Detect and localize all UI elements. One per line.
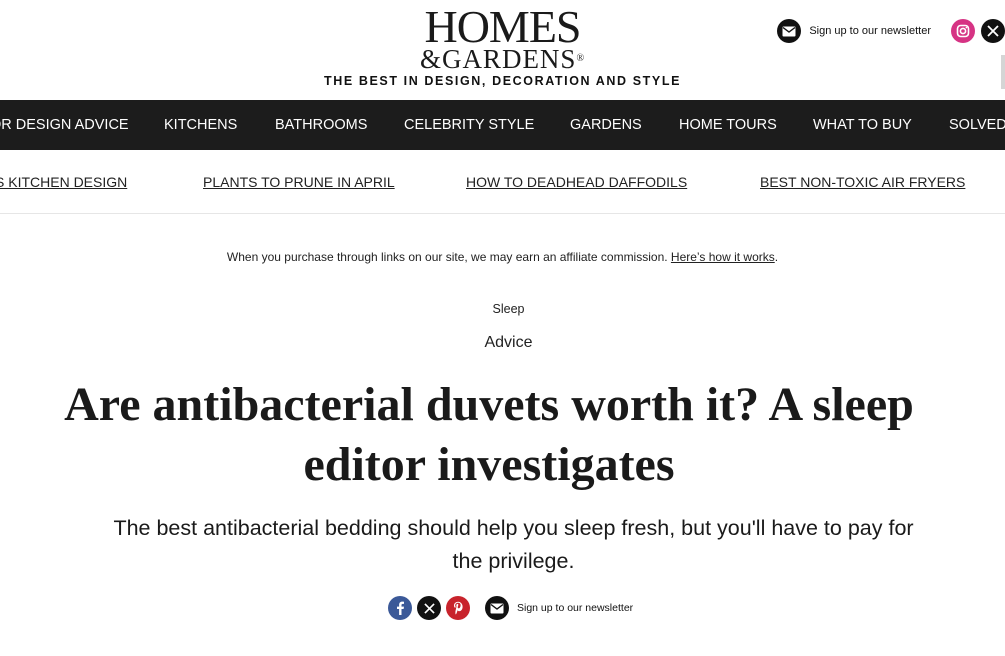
newsletter-signup-link[interactable]: Sign up to our newsletter	[777, 19, 931, 43]
affiliate-period: .	[774, 250, 779, 264]
affiliate-disclaimer: When you purchase through links on our s…	[0, 250, 1005, 264]
trending-link-air-fryers[interactable]: BEST NON-TOXIC AIR FRYERS	[760, 174, 965, 190]
x-icon[interactable]	[417, 596, 441, 620]
nav-item-kitchens[interactable]: KITCHENS	[164, 100, 237, 150]
main-navigation: OR DESIGN ADVICE KITCHENS BATHROOMS CELE…	[0, 100, 1005, 150]
social-links	[951, 19, 1005, 43]
article-category[interactable]: Sleep	[0, 302, 1005, 316]
site-header: HOMES &GARDENS® THE BEST IN DESIGN, DECO…	[0, 0, 1005, 100]
affiliate-how-it-works-link[interactable]: Here’s how it works	[671, 250, 775, 264]
facebook-icon[interactable]	[388, 596, 412, 620]
nav-item-bathrooms[interactable]: BATHROOMS	[275, 100, 367, 150]
logo-registered-mark: ®	[576, 53, 586, 64]
page: HOMES &GARDENS® THE BEST IN DESIGN, DECO…	[0, 0, 1005, 656]
x-icon[interactable]	[981, 19, 1005, 43]
instagram-icon[interactable]	[951, 19, 975, 43]
share-newsletter-label: Sign up to our newsletter	[517, 602, 634, 614]
nav-item-what-to-buy[interactable]: WHAT TO BUY	[813, 100, 912, 150]
share-bar: Sign up to our newsletter	[388, 596, 633, 620]
site-tagline: THE BEST IN DESIGN, DECORATION AND STYLE	[323, 74, 682, 88]
share-newsletter-signup[interactable]: Sign up to our newsletter	[485, 596, 633, 620]
nav-item-gardens[interactable]: GARDENS	[570, 100, 642, 150]
trending-link-kitchen-design[interactable]: S KITCHEN DESIGN	[0, 174, 127, 190]
header-actions: Sign up to our newsletter	[777, 18, 1005, 44]
article-standfirst: The best antibacterial bedding should he…	[113, 516, 914, 573]
article-subcategory: Advice	[484, 334, 533, 351]
nav-item-solved[interactable]: SOLVED	[949, 100, 1005, 150]
logo-gardens: &GARDENS®	[0, 44, 1005, 74]
newsletter-label: Sign up to our newsletter	[809, 25, 931, 37]
envelope-icon	[485, 596, 509, 620]
nav-item-design-advice[interactable]: OR DESIGN ADVICE	[0, 100, 129, 150]
affiliate-text: When you purchase through links on our s…	[226, 250, 668, 264]
trending-link-deadhead-daffodils[interactable]: HOW TO DEADHEAD DAFFODILS	[466, 174, 687, 190]
pinterest-icon[interactable]	[446, 596, 470, 620]
article-headline: Are antibacterial duvets worth it? A sle…	[64, 378, 914, 491]
trending-link-plants-to-prune[interactable]: PLANTS TO PRUNE IN APRIL	[203, 174, 395, 190]
logo-gardens-text: &GARDENS	[419, 44, 577, 74]
envelope-icon	[777, 19, 802, 43]
nav-item-home-tours[interactable]: HOME TOURS	[679, 100, 777, 150]
scrollbar-track[interactable]	[1001, 55, 1005, 89]
trending-navigation: S KITCHEN DESIGN PLANTS TO PRUNE IN APRI…	[0, 150, 1005, 214]
nav-item-celebrity-style[interactable]: CELEBRITY STYLE	[404, 100, 534, 150]
